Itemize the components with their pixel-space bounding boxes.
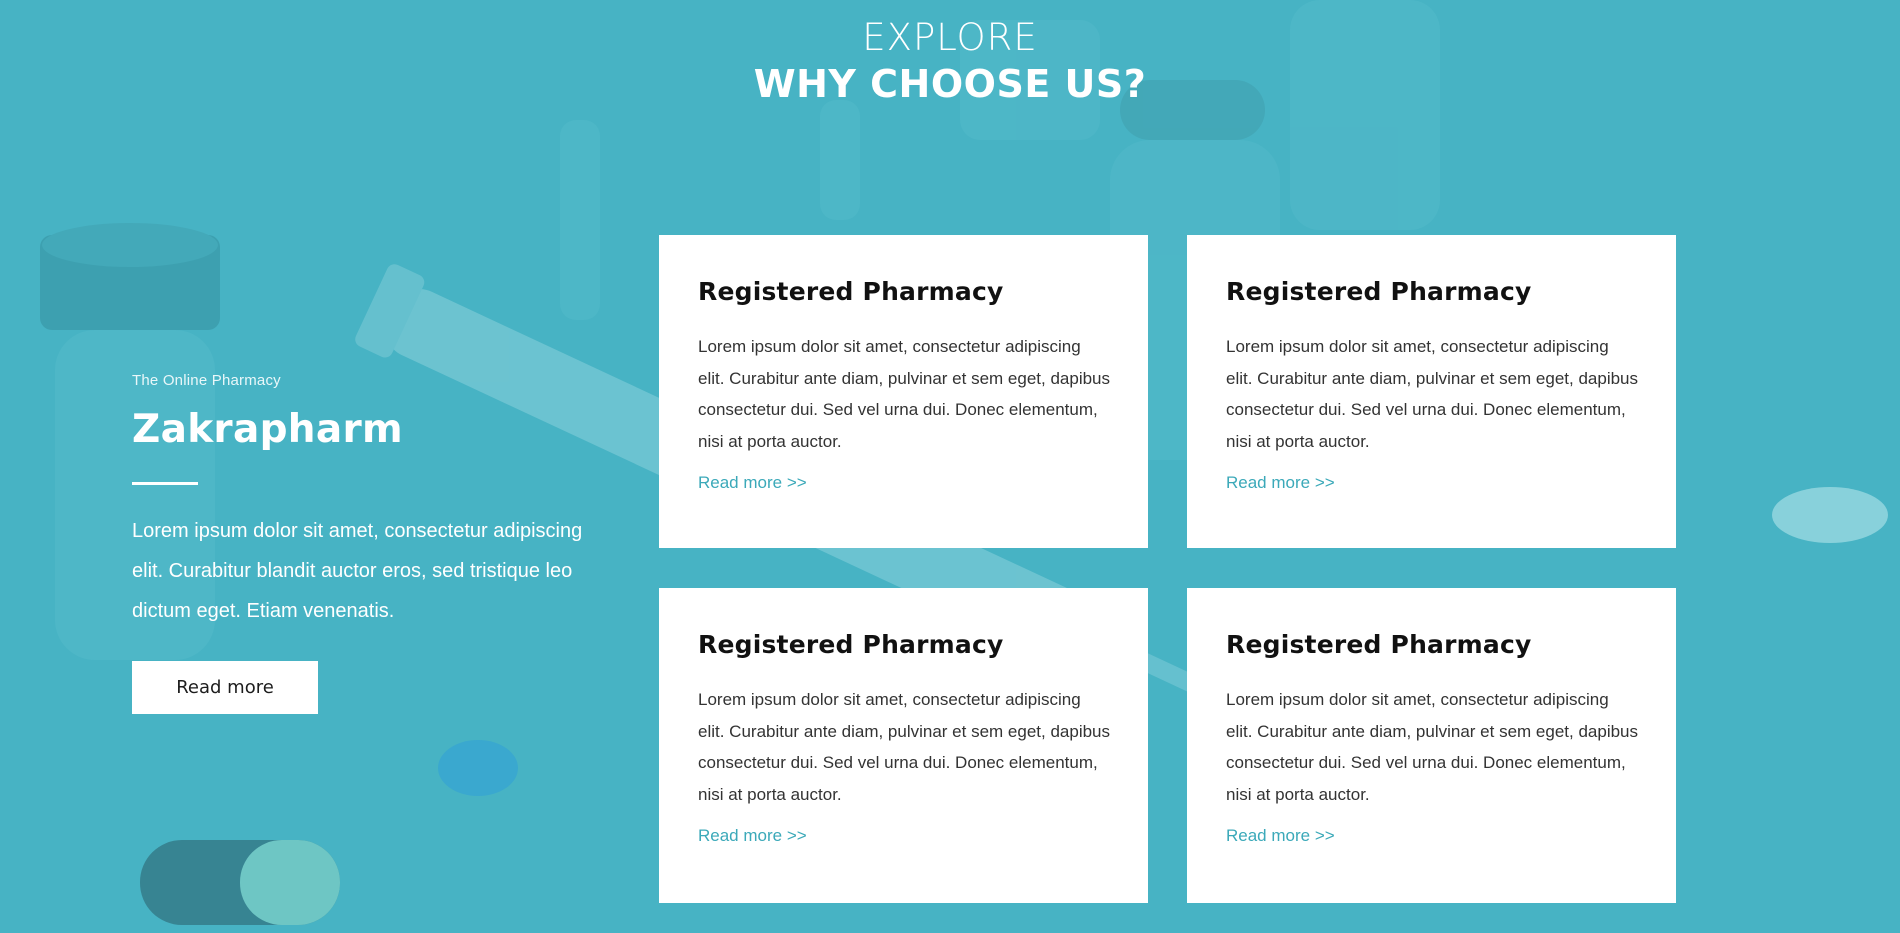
feature-card-read-more-link[interactable]: Read more >> (1226, 473, 1335, 493)
section-eyebrow: EXPLORE (862, 16, 1038, 59)
section-title: WHY CHOOSE US? (753, 62, 1147, 106)
feature-card-read-more-link[interactable]: Read more >> (698, 826, 807, 846)
intro-divider (132, 482, 198, 485)
intro-brand-title: Zakrapharm (132, 407, 403, 452)
feature-card-title: Registered Pharmacy (1226, 277, 1532, 306)
feature-cards-grid: Registered Pharmacy Lorem ipsum dolor si… (659, 235, 1676, 903)
intro-panel: The Online Pharmacy Zakrapharm Lorem ips… (132, 372, 612, 714)
feature-card-read-more-link[interactable]: Read more >> (1226, 826, 1335, 846)
intro-read-more-button[interactable]: Read more (132, 661, 318, 714)
intro-description: Lorem ipsum dolor sit amet, consectetur … (132, 520, 583, 622)
feature-card-body: Lorem ipsum dolor sit amet, consectetur … (698, 690, 1111, 804)
feature-card-title: Registered Pharmacy (698, 277, 1004, 306)
feature-card-title: Registered Pharmacy (1226, 630, 1532, 659)
feature-card: Registered Pharmacy Lorem ipsum dolor si… (659, 235, 1148, 548)
feature-card-body: Lorem ipsum dolor sit amet, consectetur … (1226, 690, 1639, 804)
feature-card: Registered Pharmacy Lorem ipsum dolor si… (659, 588, 1148, 903)
intro-tagline: The Online Pharmacy (132, 372, 281, 389)
feature-card-read-more-link[interactable]: Read more >> (698, 473, 807, 493)
feature-card-body: Lorem ipsum dolor sit amet, consectetur … (698, 337, 1111, 451)
feature-card: Registered Pharmacy Lorem ipsum dolor si… (1187, 588, 1676, 903)
feature-card: Registered Pharmacy Lorem ipsum dolor si… (1187, 235, 1676, 548)
feature-card-title: Registered Pharmacy (698, 630, 1004, 659)
feature-card-body: Lorem ipsum dolor sit amet, consectetur … (1226, 337, 1639, 451)
section-heading: EXPLORE WHY CHOOSE US? (0, 14, 1900, 106)
